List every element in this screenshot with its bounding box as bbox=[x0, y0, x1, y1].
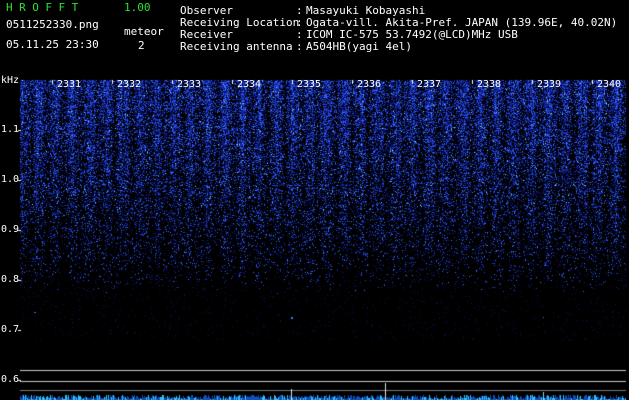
time-tick-label: 2332 bbox=[117, 79, 142, 90]
y-tick-label: 1.0 bbox=[1, 174, 20, 185]
time-tick-label: 2338 bbox=[477, 79, 502, 90]
y-tick-label: 0.8 bbox=[1, 274, 20, 285]
time-tick-label: 2339 bbox=[537, 79, 562, 90]
meteor-label: meteor bbox=[124, 25, 164, 38]
time-tick-label: 2334 bbox=[237, 79, 262, 90]
date-time: 05.11.25 23:30 bbox=[6, 38, 99, 51]
app-brand: HROFFT bbox=[6, 1, 85, 14]
y-tick-label: 0.7 bbox=[1, 324, 20, 335]
y-tick-label: 0.6 bbox=[1, 374, 20, 385]
time-tick-label: 2335 bbox=[297, 79, 322, 90]
time-tick-label: 2340 bbox=[597, 79, 622, 90]
time-tick-label: 2333 bbox=[177, 79, 202, 90]
y-unit-label: kHz bbox=[1, 75, 20, 86]
info-antenna: Receiving antenna: A504HB(yagi 4el) bbox=[180, 40, 412, 53]
time-tick-label: 2331 bbox=[57, 79, 82, 90]
time-tick-label: 2336 bbox=[357, 79, 382, 90]
y-tick-label: 1.1 bbox=[1, 124, 20, 135]
time-tick-label: 2337 bbox=[417, 79, 442, 90]
spectrogram-canvas bbox=[0, 0, 629, 400]
y-tick-label: 0.9 bbox=[1, 224, 20, 235]
meteor-count: 2 bbox=[138, 39, 145, 52]
file-name: 0511252330.png bbox=[6, 18, 99, 31]
app-version: 1.00 bbox=[124, 1, 151, 14]
